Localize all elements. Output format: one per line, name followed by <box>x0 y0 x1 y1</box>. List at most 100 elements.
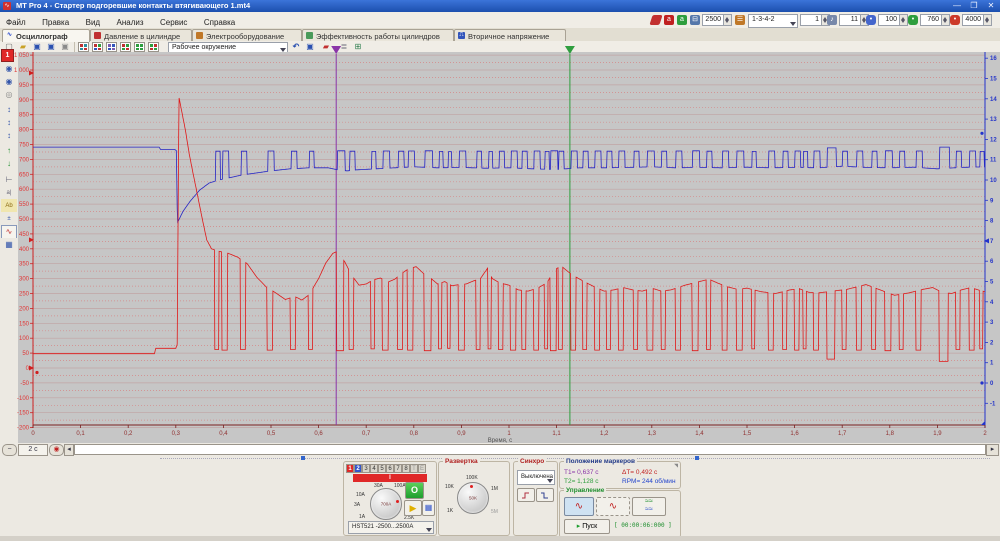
svg-text:-50: -50 <box>20 381 29 387</box>
app-window: ∿ MT Pro 4 - Стартер подгоревшие контакт… <box>0 0 1000 541</box>
channel-button-7[interactable]: 7 <box>394 464 402 473</box>
scroll-left-icon[interactable]: ◂ <box>64 444 74 456</box>
svg-text:200: 200 <box>19 306 30 312</box>
chart-scrollbar[interactable] <box>74 444 986 455</box>
sweep-knob[interactable]: 50K <box>457 482 489 514</box>
channel-button-e[interactable]: Е <box>418 464 426 473</box>
svg-text:850: 850 <box>19 113 30 119</box>
channel-button-t[interactable]: Т <box>410 464 418 473</box>
multi-sweep-icon[interactable]: ≈≈≈≈ <box>632 497 666 516</box>
time-scale-label: 2 с <box>18 444 48 456</box>
channel-button-2[interactable]: 2 <box>354 464 362 473</box>
probe-combo[interactable]: HST521 -2500...2500A <box>348 521 434 534</box>
channel-button-8[interactable]: 8 <box>402 464 410 473</box>
sweep-label-1k: 1K <box>447 508 453 514</box>
svg-text:13: 13 <box>990 117 997 123</box>
record-timer: [ 00:00:06:000 ] <box>614 522 672 529</box>
play-button[interactable]: ▶ <box>404 500 422 516</box>
multi-sweep-green-wave: ≈≈ <box>645 498 653 505</box>
range-label-3a: 3A <box>354 502 360 508</box>
sweep-label-5m: 5M <box>491 509 498 515</box>
channel-panel: 1 2 3 4 5 6 7 8 Т Е I 700A 30A 100A 10A … <box>343 461 437 536</box>
channel-button-1[interactable]: 1 <box>346 464 354 473</box>
chart-scroll-row: − 2 с ◉ ◂ ▸ <box>0 443 1000 456</box>
navigator-thumb-2[interactable] <box>695 456 699 460</box>
navigator-thumb[interactable] <box>301 456 305 460</box>
svg-text:1,4: 1,4 <box>695 431 704 437</box>
svg-text:5: 5 <box>990 280 994 286</box>
channel-button-6[interactable]: 6 <box>386 464 394 473</box>
falling-edge-icon[interactable] <box>536 488 554 502</box>
svg-text:-100: -100 <box>17 396 30 402</box>
sweep-label-1m: 1M <box>491 486 498 492</box>
rising-edge-icon[interactable] <box>517 488 535 502</box>
svg-text:-150: -150 <box>17 411 30 417</box>
sweep-title: Развертка <box>443 458 480 465</box>
svg-text:0,9: 0,9 <box>457 431 466 437</box>
svg-text:400: 400 <box>19 247 30 253</box>
svg-text:-200: -200 <box>17 426 30 432</box>
power-button[interactable]: O <box>405 482 424 499</box>
svg-text:550: 550 <box>19 202 30 208</box>
mode-bar-current: I <box>353 474 427 482</box>
oscilloscope-wave-icon: ∿ <box>6 32 13 39</box>
svg-text:0,7: 0,7 <box>362 431 371 437</box>
svg-text:1,9: 1,9 <box>933 431 942 437</box>
svg-text:9: 9 <box>990 198 994 204</box>
svg-text:1: 1 <box>507 431 511 437</box>
svg-text:16: 16 <box>990 56 997 62</box>
control-panel: 1 2 3 4 5 6 7 8 Т Е I 700A 30A 100A 10A … <box>0 461 1000 536</box>
svg-text:0,5: 0,5 <box>267 431 276 437</box>
channel-button-3[interactable]: 3 <box>362 464 370 473</box>
marker-t2-value: T2= 1,128 с <box>564 478 599 485</box>
svg-text:800: 800 <box>19 128 30 134</box>
multi-sweep-blue-wave: ≈≈ <box>645 506 653 513</box>
svg-text:12: 12 <box>990 137 997 143</box>
scroll-right-icon[interactable]: ▸ <box>986 444 999 456</box>
knob-indicator <box>396 500 399 503</box>
svg-text:0,1: 0,1 <box>76 431 85 437</box>
svg-text:6: 6 <box>990 259 994 265</box>
svg-text:1,5: 1,5 <box>743 431 752 437</box>
record-icon[interactable]: ◉ <box>49 444 64 456</box>
pin-icon[interactable]: ◥ <box>674 463 678 469</box>
svg-text:7: 7 <box>990 239 994 245</box>
single-sweep-icon[interactable]: ∿ <box>564 497 594 516</box>
sync-panel: Синхро Выключена <box>513 461 558 536</box>
marker-dt-value: ΔT= 0,492 с <box>622 469 657 476</box>
range-label-30a: 30A <box>374 483 383 489</box>
svg-text:750: 750 <box>19 143 30 149</box>
svg-text:3: 3 <box>990 320 994 326</box>
svg-text:700: 700 <box>19 157 30 163</box>
calculator-button[interactable]: ▦ <box>422 500 435 516</box>
dashed-sweep-icon[interactable]: ∿ <box>596 497 630 516</box>
range-label-1a: 1A <box>359 514 365 520</box>
svg-text:0,3: 0,3 <box>172 431 181 437</box>
current-range-knob[interactable]: 700A <box>370 488 402 520</box>
control-title: Управление <box>564 487 606 494</box>
svg-text:1 050: 1 050 <box>14 53 30 59</box>
start-button[interactable]: ▸ Пуск <box>564 519 610 534</box>
sweep-label-10k: 10K <box>445 484 454 490</box>
zoom-out-icon[interactable]: − <box>2 444 17 456</box>
svg-text:10: 10 <box>990 178 997 184</box>
svg-text:1: 1 <box>990 361 994 367</box>
svg-text:1,3: 1,3 <box>648 431 657 437</box>
svg-text:600: 600 <box>19 187 30 193</box>
svg-text:900: 900 <box>19 98 30 104</box>
channel-button-5[interactable]: 5 <box>378 464 386 473</box>
sync-mode-combo[interactable]: Выключена <box>517 470 555 485</box>
svg-text:8: 8 <box>990 219 994 225</box>
sync-title: Синхро <box>518 458 546 465</box>
tab-oscilloscope[interactable]: ∿ Осциллограф <box>2 29 90 42</box>
sweep-panel: Развертка 50K 100K 10K 1M 1K 5M <box>438 461 510 536</box>
range-label-100a: 100A <box>394 483 406 489</box>
svg-text:100: 100 <box>19 336 30 342</box>
svg-text:0,2: 0,2 <box>124 431 133 437</box>
svg-text:500: 500 <box>19 217 30 223</box>
svg-text:11: 11 <box>990 158 997 164</box>
channel-button-4[interactable]: 4 <box>370 464 378 473</box>
svg-text:2: 2 <box>990 340 994 346</box>
svg-text:4: 4 <box>990 300 994 306</box>
svg-text:250: 250 <box>19 292 30 298</box>
